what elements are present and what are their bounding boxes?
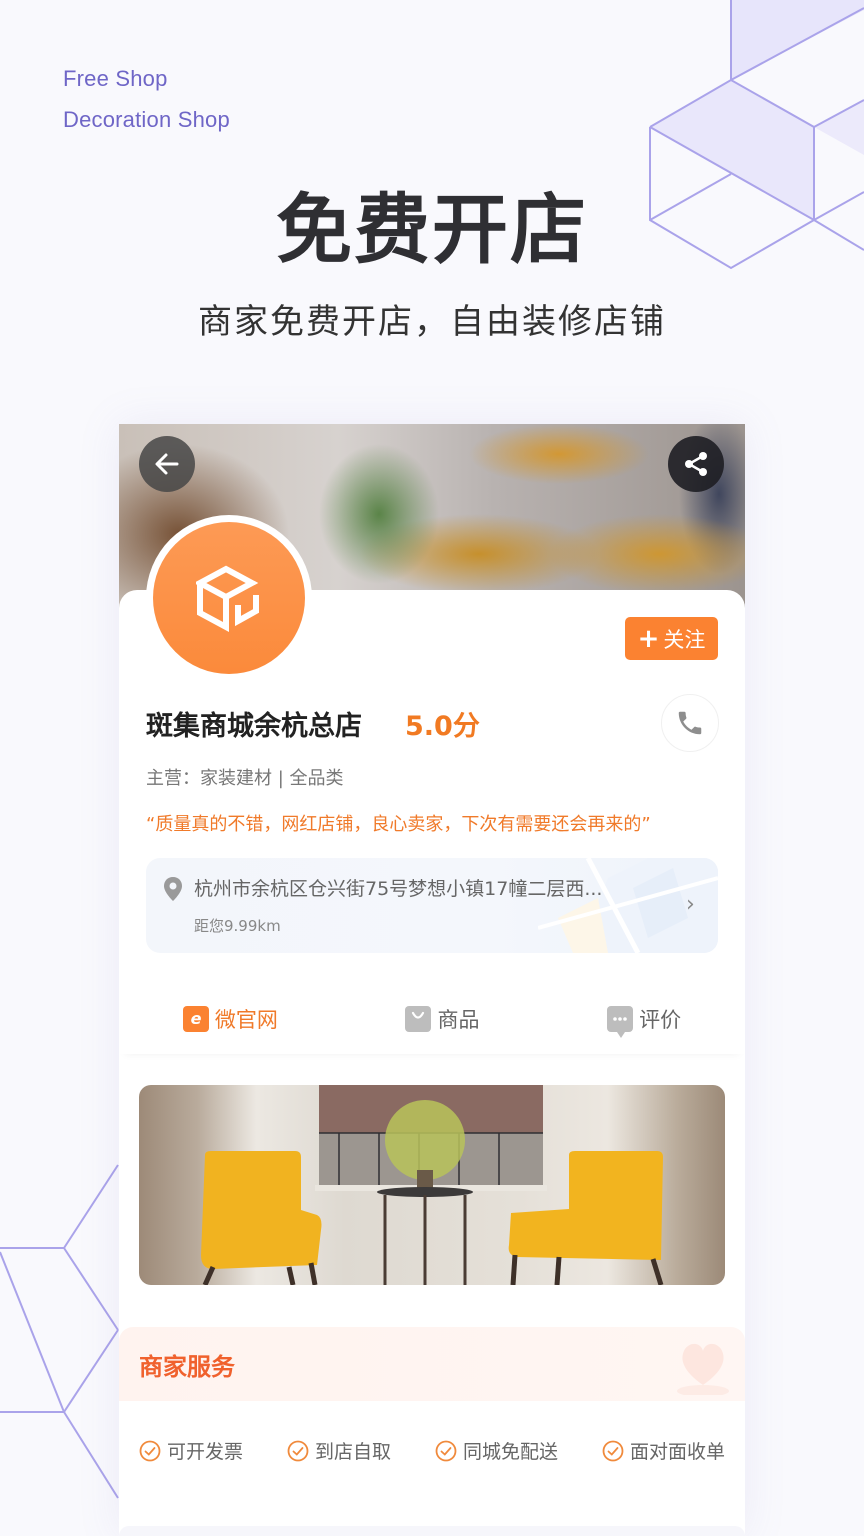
tab-label: 商品 [437,1008,480,1032]
tab-products[interactable]: 商品 [405,1004,479,1034]
phone-icon [678,711,702,735]
store-preview-card: + 关注 斑集商城余杭总店 5.0分 主营：家装建材 | 全品类 “质量真的不错… [119,424,745,1536]
service-label: 到店自取 [314,1441,391,1463]
comment-icon [607,1006,634,1038]
share-button[interactable] [668,436,724,492]
e-site-icon: e [182,1006,209,1032]
service-item: 面对面收单 [602,1437,725,1464]
call-button[interactable] [661,694,719,752]
share-icon [685,452,707,476]
store-name: 斑集商城余杭总店 [146,711,362,742]
hexagon-decoration-bottom-left [0,1164,119,1499]
follow-button[interactable]: + 关注 [625,617,718,660]
english-tagline-decoration-shop: Decoration Shop [63,107,230,132]
service-label: 面对面收单 [629,1441,725,1463]
shopping-bag-icon [405,1006,432,1032]
check-circle-icon [602,1440,624,1461]
follow-label: 关注 [663,627,706,652]
arrow-left-icon [155,453,179,475]
service-item: 到店自取 [287,1437,391,1464]
service-item: 同城免配送 [435,1437,558,1464]
tab-micro-site[interactable]: e 微官网 [182,1004,278,1034]
hero-title: 免费开店 [276,185,588,274]
merchant-services-list: 可开发票 到店自取 同城免配送 面对面收单 [139,1437,725,1464]
store-showcase-image[interactable] [139,1085,725,1285]
next-section-edge [119,1526,745,1536]
heart-decoration-icon [677,1343,729,1395]
location-pin-icon [164,877,182,901]
svg-text:e: e [190,1010,201,1028]
tab-label: 评价 [639,1008,682,1032]
address-card[interactable]: 杭州市余杭区仓兴街75号梦想小镇17幢二层西... 距您9.99km › [146,858,718,953]
plus-icon: + [637,623,660,654]
back-button[interactable] [139,436,195,492]
service-label: 可开发票 [167,1441,244,1463]
store-avatar [146,515,312,681]
check-circle-icon [287,1440,309,1461]
merchant-services-title: 商家服务 [139,1353,235,1381]
chairs-photo [201,1085,664,1285]
check-circle-icon [139,1440,161,1461]
customer-quote: “质量真的不错，网红店铺，良心卖家，下次有需要还会再来的” [146,814,651,835]
check-circle-icon [435,1440,457,1461]
store-score: 5.0分 [405,711,480,742]
service-item: 可开发票 [139,1437,243,1464]
hero-subtitle: 商家免费开店，自由装修店铺 [198,302,666,342]
store-address: 杭州市余杭区仓兴街75号梦想小镇17幢二层西... [194,878,603,900]
english-tagline-free-shop: Free Shop [63,66,168,91]
service-label: 同城免配送 [462,1441,558,1463]
cube-logo-icon [196,565,259,633]
store-distance: 距您9.99km [194,917,281,935]
store-tabs: e 微官网 商品 评价 [119,984,745,1054]
tab-reviews[interactable]: 评价 [607,1004,682,1038]
merchant-services-header: 商家服务 [119,1327,745,1401]
tab-label: 微官网 [214,1008,278,1032]
chevron-right-icon: › [686,892,695,917]
main-category: 主营：家装建材 | 全品类 [146,768,344,789]
